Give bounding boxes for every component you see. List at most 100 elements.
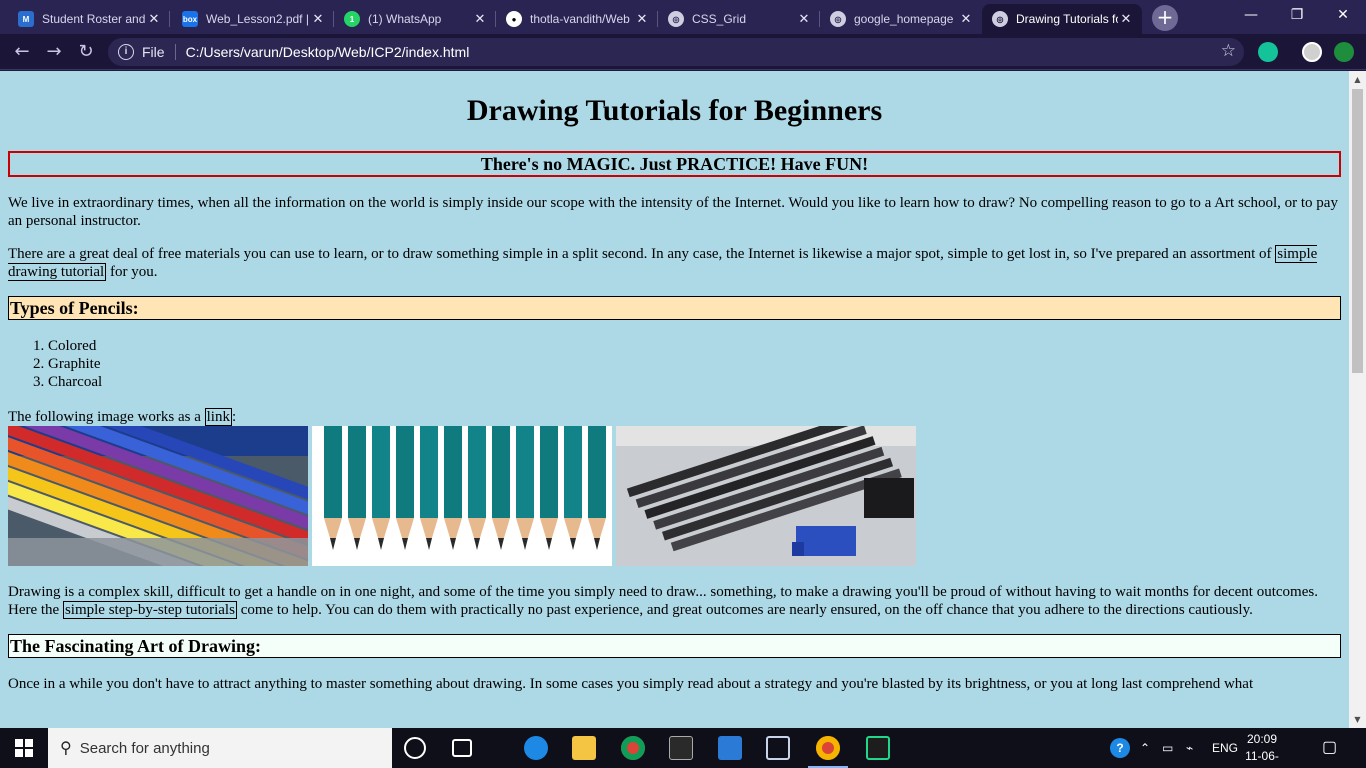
page-title: Drawing Tutorials for Beginners: [466, 94, 883, 127]
chrome-globe-icon: ◎: [668, 11, 684, 27]
close-window-button[interactable]: ✕: [1320, 0, 1366, 30]
pencils-heading: Types of Pencils:: [8, 296, 1341, 320]
address-scheme: File: [142, 44, 165, 60]
close-icon[interactable]: ✕: [634, 11, 650, 27]
scroll-down-icon[interactable]: ▼: [1349, 711, 1366, 728]
vscode-icon[interactable]: [718, 736, 742, 760]
virtualbox-icon[interactable]: [766, 736, 790, 760]
vertical-scrollbar[interactable]: ▲ ▼: [1349, 71, 1366, 728]
intro-paragraph-2: There are a great deal of free materials…: [8, 245, 1341, 281]
list-item: Charcoal: [48, 373, 1341, 391]
page-content: Drawing Tutorials for Beginners There's …: [0, 93, 1349, 693]
tab-css-grid[interactable]: ◎ CSS_Grid ✕: [658, 4, 820, 34]
close-icon[interactable]: ✕: [310, 11, 326, 27]
chevron-up-icon[interactable]: ⌃: [1140, 728, 1150, 768]
close-icon[interactable]: ✕: [146, 11, 162, 27]
info-icon[interactable]: i: [118, 44, 134, 60]
close-icon[interactable]: ✕: [472, 11, 488, 27]
graphite-pencils-image[interactable]: [312, 426, 612, 566]
tab-separator: [169, 11, 170, 27]
edge-icon[interactable]: [524, 736, 548, 760]
intro-paragraph-1: We live in extraordinary times, when all…: [8, 195, 1338, 229]
reload-button[interactable]: ↻: [74, 40, 98, 64]
caption-tail: :: [231, 409, 237, 425]
bookmark-star-icon[interactable]: ☆: [1221, 41, 1236, 61]
clock-date: 11-06-2020: [1245, 749, 1279, 768]
chrome-icon[interactable]: [816, 736, 840, 760]
grammarly-icon[interactable]: [1258, 42, 1278, 62]
notifications-icon[interactable]: ▢: [1322, 728, 1337, 768]
file-explorer-icon[interactable]: [572, 736, 596, 760]
scrollbar-thumb[interactable]: [1352, 89, 1363, 373]
address-divider: [174, 44, 176, 60]
intro2-text: There are a great deal of free materials…: [8, 246, 1276, 262]
step-by-step-tutorials-link[interactable]: simple step-by-step tutorials: [62, 601, 237, 619]
colored-pencils-image[interactable]: [8, 426, 308, 566]
chrome-globe-icon: ◎: [992, 11, 1008, 27]
motto-banner: There's no MAGIC. Just PRACTICE! Have FU…: [8, 151, 1341, 177]
chrome-icon[interactable]: [621, 736, 645, 760]
minimize-button[interactable]: —: [1228, 0, 1274, 30]
tab-github[interactable]: ● thotla-vandith/Web ✕: [496, 4, 658, 34]
tab-label: (1) WhatsApp: [368, 12, 442, 26]
body-paragraph-1: Drawing is a complex skill, difficult to…: [8, 583, 1341, 619]
profile-avatar[interactable]: [1302, 42, 1322, 62]
pencil-list: Colored Graphite Charcoal: [8, 337, 1341, 391]
intro2-tail: for you.: [106, 264, 158, 280]
box-icon: box: [182, 11, 198, 27]
forward-button[interactable]: →: [42, 40, 66, 64]
mvc-icon: M: [18, 11, 34, 27]
page-viewport: Drawing Tutorials for Beginners There's …: [0, 71, 1349, 728]
github-icon: ●: [506, 11, 522, 27]
list-item: Graphite: [48, 355, 1341, 373]
windows-start-button[interactable]: [0, 728, 48, 768]
search-placeholder: Search for anything: [79, 739, 210, 757]
tab-label: google_homepage: [854, 12, 954, 26]
tab-drawing-tutorials[interactable]: ◎ Drawing Tutorials for ✕: [982, 4, 1142, 34]
tab-student-roster[interactable]: M Student Roster and ✕: [8, 4, 170, 34]
system-clock[interactable]: 20:09 11-06-2020: [1232, 731, 1292, 768]
tab-whatsapp[interactable]: 1 (1) WhatsApp ✕: [334, 4, 496, 34]
close-icon[interactable]: ✕: [958, 11, 974, 27]
address-bar[interactable]: i File C:/Users/varun/Desktop/Web/ICP2/i…: [108, 38, 1244, 66]
caption-text: The following image works as a: [8, 409, 205, 425]
browser-toolbar: ← → ↻ i File C:/Users/varun/Desktop/Web/…: [0, 34, 1366, 70]
scroll-up-icon[interactable]: ▲: [1349, 71, 1366, 88]
tab-label: thotla-vandith/Web: [530, 12, 630, 26]
search-icon: ⚲: [60, 740, 72, 757]
cortana-icon[interactable]: [404, 737, 426, 759]
tab-label: Web_Lesson2.pdf | B: [206, 12, 310, 26]
new-tab-button[interactable]: +: [1152, 5, 1178, 31]
back-button[interactable]: ←: [10, 40, 34, 64]
clock-time: 20:09: [1246, 732, 1278, 746]
whatsapp-icon: 1: [344, 11, 360, 27]
windows-taskbar: ⚲ Search for anything ? ⌃ ▭ ⌁ ENG 20:09 …: [0, 728, 1366, 768]
chrome-globe-icon: ◎: [830, 11, 846, 27]
image-link-caption: The following image works as a link:: [8, 408, 1341, 426]
charcoal-pencils-image[interactable]: [616, 426, 916, 566]
close-icon[interactable]: ✕: [1118, 11, 1134, 27]
task-view-icon[interactable]: [452, 739, 472, 757]
tab-web-lesson[interactable]: box Web_Lesson2.pdf | B ✕: [172, 4, 334, 34]
webstorm-icon[interactable]: [866, 736, 890, 760]
tab-label: Drawing Tutorials for: [1016, 12, 1118, 26]
help-icon[interactable]: ?: [1110, 728, 1132, 768]
windows-logo-icon: [15, 739, 33, 757]
list-item: Colored: [48, 337, 1341, 355]
body1-tail: come to help. You can do them with pract…: [236, 602, 1253, 618]
close-icon[interactable]: ✕: [796, 11, 812, 27]
tab-google-homepage[interactable]: ◎ google_homepage ✕: [820, 4, 982, 34]
update-icon[interactable]: [1334, 42, 1354, 62]
tab-label: CSS_Grid: [692, 12, 747, 26]
terminal-icon[interactable]: [669, 736, 693, 760]
image-caption-link[interactable]: link: [204, 408, 232, 426]
restore-button[interactable]: ❐: [1274, 0, 1320, 30]
address-url: C:/Users/varun/Desktop/Web/ICP2/index.ht…: [185, 44, 470, 60]
network-icon[interactable]: ⌁: [1186, 728, 1193, 768]
taskbar-search-box[interactable]: ⚲ Search for anything: [48, 728, 392, 768]
tab-label: Student Roster and: [42, 12, 146, 26]
art-heading: The Fascinating Art of Drawing:: [8, 634, 1341, 658]
battery-icon[interactable]: ▭: [1162, 728, 1173, 768]
pencil-image-row: [8, 426, 1341, 566]
tab-strip: M Student Roster and ✕ box Web_Lesson2.p…: [0, 0, 1366, 34]
